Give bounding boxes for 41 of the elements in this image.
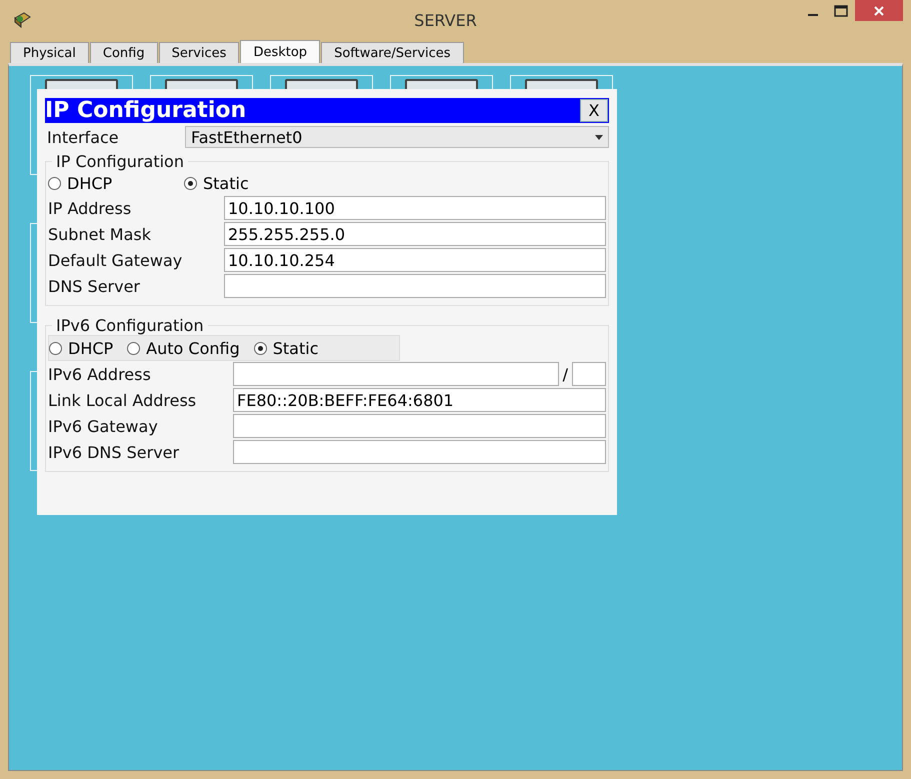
- tab[interactable]: Desktop: [240, 40, 320, 63]
- field-label: IP Address: [48, 198, 132, 218]
- interface-dropdown[interactable]: FastEthernet0: [185, 126, 609, 148]
- tab[interactable]: Software/Services: [321, 42, 464, 63]
- caret-icon: [595, 134, 603, 140]
- input-field[interactable]: FE80::20B:BEFF:FE64:6801: [233, 388, 606, 412]
- input-field[interactable]: [224, 274, 606, 298]
- field-label: Link Local Address: [48, 390, 198, 410]
- close-button[interactable]: [855, 0, 903, 21]
- field-label: DNS Server: [48, 276, 141, 296]
- input-field[interactable]: [233, 362, 559, 386]
- radio-option[interactable]: Static: [184, 174, 249, 192]
- input-field[interactable]: 255.255.255.0: [224, 222, 606, 246]
- tab[interactable]: Physical: [10, 42, 89, 63]
- radio-option[interactable]: DHCP: [49, 338, 114, 358]
- field-label: IPv6 Gateway: [48, 416, 159, 436]
- field-label: Subnet Mask: [48, 224, 152, 244]
- field-label: Interface: [47, 128, 120, 146]
- dialog-title: IP Configuration: [45, 98, 246, 123]
- window-title: SERVER: [413, 10, 478, 30]
- field-label: IPv6 DNS Server: [48, 442, 180, 462]
- group-legend: IP Configuration: [52, 152, 188, 171]
- tab[interactable]: Config: [90, 42, 158, 63]
- radio-option[interactable]: Auto Config: [127, 338, 240, 358]
- field-label: IPv6 Address: [48, 364, 152, 384]
- field-label: Default Gateway: [48, 250, 184, 270]
- input-field[interactable]: [233, 414, 606, 438]
- app-icon: [12, 10, 32, 30]
- minimize-icon: [808, 14, 818, 16]
- prefix-separator: /: [562, 364, 569, 384]
- group-legend: IPv6 Configuration: [52, 316, 208, 335]
- tab[interactable]: Services: [158, 42, 240, 63]
- close-icon: [873, 4, 885, 16]
- input-field[interactable]: [233, 440, 606, 464]
- maximize-icon: [834, 4, 848, 16]
- input-field[interactable]: 10.10.10.100: [224, 196, 606, 220]
- input-field[interactable]: 10.10.10.254: [224, 248, 606, 272]
- radio-option[interactable]: Static: [254, 338, 318, 358]
- radio-option[interactable]: DHCP: [48, 174, 170, 192]
- prefix-length-field[interactable]: [572, 362, 606, 386]
- close-button[interactable]: X: [580, 99, 608, 122]
